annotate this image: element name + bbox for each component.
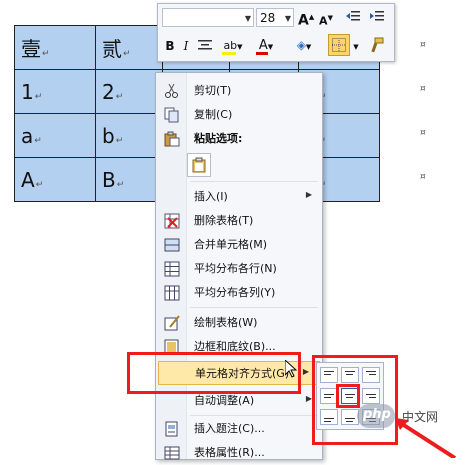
chevron-down-icon: ▼ (244, 14, 251, 23)
paste-keep-formatting-button[interactable] (187, 153, 211, 177)
menu-item-draw-table[interactable]: 绘制表格(W) (156, 311, 322, 335)
annotation-box-center (336, 384, 360, 408)
menu-item-paste-options: 粘贴选项: (156, 127, 322, 151)
borders-button[interactable] (328, 34, 350, 56)
bold-button[interactable]: B (164, 37, 176, 55)
merge-cells-icon (164, 238, 180, 252)
table-cell[interactable]: A↵ (14, 157, 96, 202)
menu-item-insert[interactable]: 插入(I) ▶ (156, 185, 322, 209)
row-end-mark: ¤ (420, 128, 426, 138)
watermark-logo: php (357, 404, 395, 428)
paint-bucket-icon: ◈ (296, 38, 306, 52)
format-painter-icon[interactable] (368, 37, 384, 55)
font-color-button[interactable]: A▼ (254, 36, 278, 55)
center-align-icon[interactable] (198, 39, 212, 57)
increase-indent-icon[interactable] (370, 10, 384, 28)
menu-item-cut[interactable]: 剪切(T) (156, 79, 322, 103)
row-end-mark: ¤ (420, 172, 426, 182)
submenu-arrow-icon: ▶ (305, 190, 312, 199)
paste-icon (164, 131, 180, 147)
menu-item-copy[interactable]: 复制(C) (156, 103, 322, 127)
delete-table-icon (164, 213, 180, 229)
border-grid-icon (332, 38, 346, 52)
annotation-box-menu (127, 352, 301, 394)
shrink-font-button[interactable]: A▼ (318, 9, 334, 28)
table-cell[interactable]: 1↵ (14, 69, 96, 114)
highlight-color-button[interactable]: ab▼ (220, 36, 246, 55)
distribute-columns-icon (164, 285, 180, 301)
menu-item-delete-table[interactable]: 删除表格(T) (156, 209, 322, 233)
row-end-mark: ¤ (420, 40, 426, 50)
table-cell[interactable]: 2↵ (95, 69, 163, 114)
caption-icon (165, 421, 178, 437)
italic-button[interactable]: I (180, 37, 192, 55)
menu-item-merge-cells[interactable]: 合并单元格(M) (156, 233, 322, 257)
highlighter-icon: ab (223, 39, 238, 52)
clipboard-icon (192, 157, 206, 173)
menu-item-distribute-rows[interactable]: 平均分布各行(N) (156, 257, 322, 281)
menu-item-insert-caption[interactable]: 插入题注(C)... (156, 417, 322, 441)
table-properties-icon (164, 446, 180, 460)
table-cell[interactable]: b↵ (95, 113, 163, 158)
draw-table-icon (164, 315, 180, 331)
menu-item-distribute-columns[interactable]: 平均分布各列(Y) (156, 281, 322, 305)
table-cell[interactable]: B↵ (95, 157, 163, 202)
table-cell[interactable]: 壹↵ (14, 25, 96, 70)
watermark-text: 中文网 (402, 410, 439, 424)
menu-item-table-properties[interactable]: 表格属性(R)... (156, 441, 322, 465)
decrease-indent-icon[interactable] (346, 10, 360, 28)
table-cell[interactable]: 贰↵ (95, 25, 163, 70)
mini-toolbar: ▼ 28 ▼ A▲ A▼ B I ab▼ A▼ ◈▼ ▼ (157, 3, 395, 62)
copy-icon (164, 107, 179, 123)
distribute-rows-icon (164, 261, 180, 277)
font-size-box[interactable]: 28 ▼ (256, 8, 294, 27)
table-cell[interactable]: a↵ (14, 113, 96, 158)
grow-font-button[interactable]: A▲ (298, 8, 314, 29)
submenu-arrow-icon: ▶ (302, 367, 309, 376)
chevron-down-icon: ▼ (284, 14, 291, 23)
shading-button[interactable]: ◈▼ (292, 36, 316, 54)
chevron-down-icon[interactable]: ▼ (352, 38, 360, 56)
context-menu: 剪切(T) 复制(C) 粘贴选项: 插入(I) ▶ 删除表格(T) 合并单元格(… (155, 72, 323, 460)
font-name-box[interactable]: ▼ (162, 8, 254, 27)
row-end-mark: ¤ (420, 84, 426, 94)
scissors-icon (165, 83, 178, 98)
